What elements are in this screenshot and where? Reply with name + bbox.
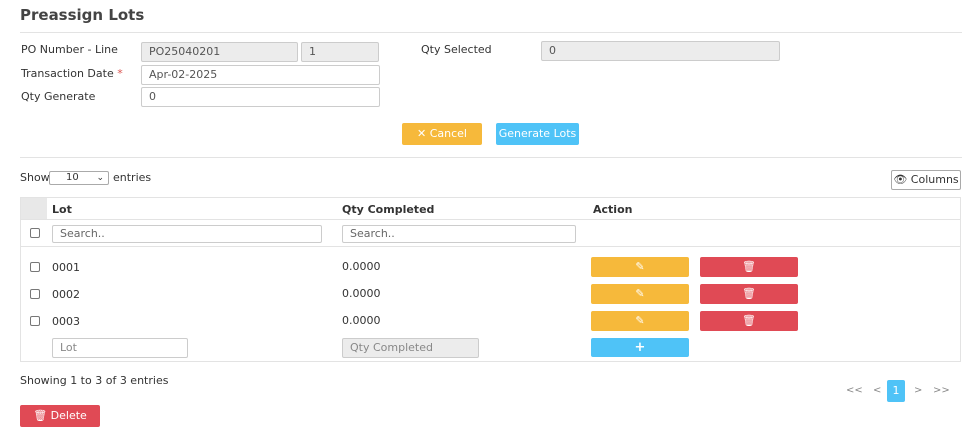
po-number-label: PO Number - Line: [21, 43, 118, 56]
cancel-button[interactable]: ✕ Cancel: [402, 123, 482, 145]
row-checkbox[interactable]: [30, 316, 40, 326]
trash-icon: 🗑: [33, 409, 48, 422]
header-action: Action: [593, 203, 633, 216]
entries-select[interactable]: 10 ⌄: [49, 171, 109, 185]
page-title: Preassign Lots: [20, 6, 145, 24]
lot-cell: 0002: [52, 288, 80, 301]
pagination-last[interactable]: >>: [933, 385, 950, 396]
qty-cell: 0.0000: [342, 314, 381, 327]
add-row-button[interactable]: +: [591, 338, 689, 357]
delete-button[interactable]: 🗑 Delete: [20, 405, 100, 427]
delete-row-button[interactable]: 🗑: [700, 311, 798, 331]
trash-icon: 🗑: [742, 287, 756, 300]
lot-cell: 0003: [52, 315, 80, 328]
lot-search-input[interactable]: Search..: [52, 225, 322, 243]
search-row-divider: [20, 246, 961, 247]
lot-cell: 0001: [52, 261, 80, 274]
entries-select-value: 10: [66, 172, 79, 183]
trash-icon: 🗑: [742, 314, 756, 327]
qty-selected-field[interactable]: 0: [541, 41, 780, 61]
chevron-down-icon: ⌄: [96, 173, 104, 183]
delete-button-label: Delete: [50, 409, 87, 422]
pagination-first[interactable]: <<: [846, 385, 863, 396]
edit-button[interactable]: ✎: [591, 257, 689, 277]
po-number-field[interactable]: PO25040201: [141, 42, 298, 62]
new-lot-input[interactable]: Lot: [52, 338, 188, 358]
select-all-checkbox[interactable]: [30, 228, 40, 238]
header-lot[interactable]: Lot: [52, 203, 72, 216]
qty-search-input[interactable]: Search..: [342, 225, 576, 243]
delete-row-button[interactable]: 🗑: [700, 284, 798, 304]
pagination-prev[interactable]: <: [873, 385, 881, 396]
pencil-icon: ✎: [635, 260, 645, 273]
select-all-header: [21, 198, 47, 219]
transaction-date-input[interactable]: Apr-02-2025: [141, 65, 380, 85]
required-mark: *: [117, 67, 123, 80]
table-header-divider: [20, 219, 961, 220]
pagination-current[interactable]: 1: [887, 380, 905, 402]
transaction-date-label: Transaction Date *: [21, 67, 123, 80]
close-icon: ✕: [417, 127, 427, 140]
pencil-icon: ✎: [635, 287, 645, 300]
section-divider: [20, 157, 962, 158]
delete-row-button[interactable]: 🗑: [700, 257, 798, 277]
table-info: Showing 1 to 3 of 3 entries: [20, 374, 169, 387]
generate-lots-button[interactable]: Generate Lots: [496, 123, 579, 145]
qty-selected-label: Qty Selected: [421, 43, 492, 56]
po-line-field[interactable]: 1: [301, 42, 379, 62]
transaction-date-label-text: Transaction Date: [21, 67, 114, 80]
entries-label: entries: [113, 171, 152, 184]
trash-icon: 🗑: [742, 260, 756, 273]
qty-cell: 0.0000: [342, 260, 381, 273]
columns-button[interactable]: 👁 Columns: [891, 170, 961, 190]
row-checkbox[interactable]: [30, 262, 40, 272]
qty-cell: 0.0000: [342, 287, 381, 300]
columns-button-label: Columns: [910, 173, 959, 186]
header-divider: [20, 32, 962, 33]
edit-button[interactable]: ✎: [591, 284, 689, 304]
edit-button[interactable]: ✎: [591, 311, 689, 331]
new-qty-input[interactable]: Qty Completed: [342, 338, 479, 358]
row-checkbox[interactable]: [30, 289, 40, 299]
pagination-next[interactable]: >: [914, 385, 922, 396]
qty-generate-label: Qty Generate: [21, 90, 96, 103]
header-qty-completed[interactable]: Qty Completed: [342, 203, 434, 216]
qty-generate-input[interactable]: 0: [141, 87, 380, 107]
eye-icon: 👁: [893, 173, 908, 186]
cancel-button-label: Cancel: [429, 127, 467, 140]
show-label: Show: [20, 171, 50, 184]
pencil-icon: ✎: [635, 314, 645, 327]
